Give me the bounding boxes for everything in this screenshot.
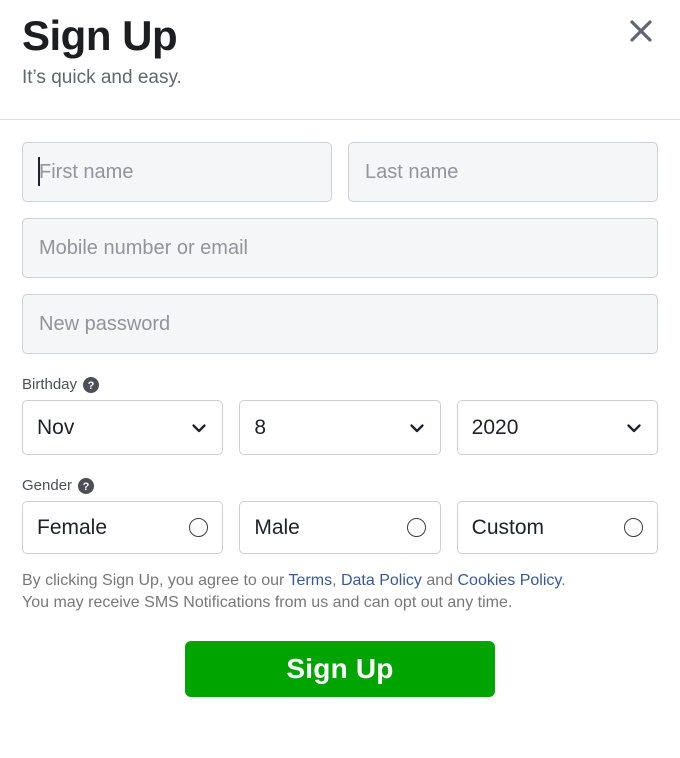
gender-section: Gender ? Female Male Custom xyxy=(22,477,658,554)
signup-dialog: Sign Up It’s quick and easy. First name … xyxy=(0,0,680,758)
birth-year-select[interactable]: 2020 xyxy=(456,400,658,455)
chevron-down-icon xyxy=(625,419,643,437)
legal-separator: and xyxy=(421,572,458,589)
close-icon xyxy=(628,18,654,44)
birthday-section: Birthday ? Nov 8 2020 xyxy=(22,376,658,455)
birth-month-value: Nov xyxy=(37,415,75,439)
mobile-or-email-input[interactable] xyxy=(22,218,658,278)
chevron-down-icon xyxy=(408,419,426,437)
birthday-label-row: Birthday ? xyxy=(22,376,658,393)
page-subtitle: It’s quick and easy. xyxy=(22,67,182,89)
birthday-help-icon[interactable]: ? xyxy=(83,376,100,393)
new-password-input[interactable] xyxy=(22,294,658,354)
submit-row: Sign Up xyxy=(22,641,658,698)
close-button[interactable] xyxy=(622,12,660,50)
gender-option-label: Male xyxy=(254,515,300,539)
svg-text:?: ? xyxy=(88,380,95,392)
birthday-selects-row: Nov 8 2020 xyxy=(22,400,658,455)
legal-disclaimer: By clicking Sign Up, you agree to our Te… xyxy=(22,570,658,613)
password-row xyxy=(22,294,658,354)
birth-day-value: 8 xyxy=(254,415,267,439)
radio-button-icon[interactable] xyxy=(623,518,643,537)
terms-link[interactable]: Terms xyxy=(289,572,333,589)
gender-option-label: Custom xyxy=(471,515,545,539)
birth-year-value: 2020 xyxy=(471,415,519,439)
legal-text-line2: You may receive SMS Notifications from u… xyxy=(22,593,513,611)
gender-label: Gender xyxy=(22,477,73,494)
gender-help-icon[interactable]: ? xyxy=(78,477,95,494)
gender-option-male[interactable]: Male xyxy=(239,501,441,554)
radio-button-icon[interactable] xyxy=(189,518,209,537)
gender-option-female[interactable]: Female xyxy=(22,501,224,554)
sign-up-button[interactable]: Sign Up xyxy=(185,641,495,698)
svg-text:?: ? xyxy=(83,481,90,493)
legal-separator: , xyxy=(332,572,341,589)
dialog-header: Sign Up It’s quick and easy. xyxy=(0,0,680,120)
birthday-label: Birthday xyxy=(22,376,78,393)
gender-option-custom[interactable]: Custom xyxy=(456,501,658,554)
last-name-field-wrapper xyxy=(348,142,658,202)
first-name-field-wrapper xyxy=(22,142,332,202)
page-title: Sign Up xyxy=(22,12,178,59)
birth-month-select[interactable]: Nov xyxy=(22,400,224,455)
chevron-down-icon xyxy=(190,419,208,437)
name-row xyxy=(22,142,658,202)
last-name-input[interactable] xyxy=(348,142,658,202)
radio-button-icon[interactable] xyxy=(406,518,426,537)
legal-text-suffix: . xyxy=(561,572,566,589)
signup-form: Birthday ? Nov xyxy=(0,120,680,698)
gender-options-row: Female Male Custom xyxy=(22,501,658,554)
legal-text-prefix: By clicking Sign Up, you agree to our xyxy=(22,572,289,589)
first-name-input[interactable] xyxy=(22,142,332,202)
gender-label-row: Gender ? xyxy=(22,477,658,494)
text-cursor xyxy=(38,157,40,186)
gender-option-label: Female xyxy=(37,515,108,539)
birth-day-select[interactable]: 8 xyxy=(239,400,441,455)
cookies-policy-link[interactable]: Cookies Policy xyxy=(457,572,561,589)
data-policy-link[interactable]: Data Policy xyxy=(341,572,422,589)
contact-row xyxy=(22,218,658,278)
